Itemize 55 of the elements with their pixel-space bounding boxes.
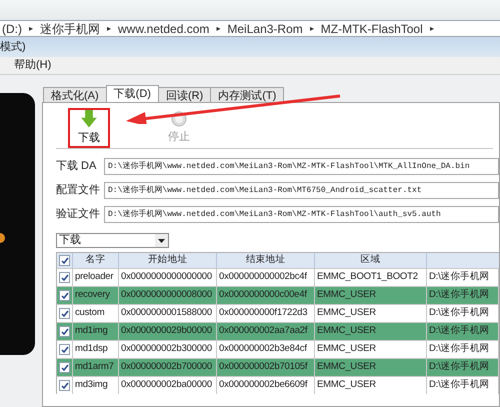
- path-field[interactable]: D:\迷你手机网\www.netded.com\MeiLan3-Rom\MZ-MTK-FlashTool\auth_sv5.auth: [104, 206, 499, 223]
- breadcrumb-separator: ▸: [216, 22, 220, 34]
- checkmark-icon: [60, 346, 68, 354]
- table-row[interactable]: custom 0x0000000001588000 0x000000000f1722d3 EMMC_USER D:\迷你手机网: [57, 304, 499, 322]
- checkbox[interactable]: [59, 380, 70, 391]
- mode-dropdown[interactable]: 下载: [56, 233, 169, 248]
- breadcrumb-separator: ▸: [29, 22, 33, 34]
- download-button[interactable]: 下载: [68, 108, 110, 148]
- checkmark-icon: [60, 256, 68, 264]
- table-row[interactable]: md3img 0x000000002ba00000 0x000000002be6609f EMMC_USER D:\迷你手机网: [57, 376, 499, 394]
- breadcrumb-separator: ▸: [107, 22, 111, 34]
- breadcrumb-separator: ▸: [310, 22, 314, 34]
- window-title: 模式): [0, 40, 26, 55]
- table-cell: 0x000000002ba00000: [119, 377, 217, 394]
- table-cell: md3img: [73, 377, 119, 394]
- tab[interactable]: 下载(D): [106, 85, 159, 102]
- breadcrumb-item[interactable]: 迷你手机网: [40, 20, 100, 38]
- checkmark-icon: [60, 382, 68, 390]
- checkmark-icon: [60, 364, 68, 372]
- path-field[interactable]: D:\迷你手机网\www.netded.com\MeiLan3-Rom\MZ-MTK-FlashTool\MTK_AllInOne_DA.bin: [104, 158, 499, 175]
- stop-circle-icon: [171, 110, 187, 127]
- checkbox[interactable]: [59, 308, 70, 319]
- breadcrumb-item[interactable]: MZ-MTK-FlashTool: [320, 20, 423, 38]
- table-row[interactable]: md1dsp 0x000000002b300000 0x000000002b3e84cf EMMC_USER D:\迷你手机网: [57, 340, 499, 358]
- checkbox[interactable]: [59, 290, 70, 301]
- table-cell: D:\迷你手机网: [427, 377, 499, 394]
- table-cell: 0x000000002be6609f: [217, 377, 315, 394]
- field-label: 配置文件: [56, 182, 101, 198]
- table-cell: EMMC_USER: [315, 377, 427, 394]
- checkmark-icon: [60, 274, 68, 282]
- down-arrow-icon: [81, 110, 97, 128]
- breadcrumb-item[interactable]: www.netded.com: [118, 20, 210, 38]
- breadcrumb-item[interactable]: (D:): [2, 20, 22, 38]
- checkbox[interactable]: [59, 326, 70, 337]
- field-label: 下载 DA: [56, 159, 98, 174]
- menu-item[interactable]: 帮助(H): [12, 57, 54, 74]
- tab[interactable]: 内存测试(T): [210, 87, 284, 102]
- breadcrumb-item[interactable]: MeiLan3-Rom: [227, 20, 303, 38]
- checkmark-icon: [60, 328, 68, 336]
- checkbox[interactable]: [59, 255, 70, 266]
- table-row[interactable]: md1img 0x0000000029b00000 0x000000002aa7aa2f EMMC_USER D:\迷你手机网: [57, 322, 499, 340]
- table-row[interactable]: md1arm7 0x000000002b700000 0x000000002b70105f EMMC_USER D:\迷你手机网: [57, 358, 499, 376]
- address-bar[interactable]: (D:) ▸ 迷你手机网 ▸ www.netded.com ▸ MeiLan3-Rom ▸ MZ-MTK-FlashTool ▸: [0, 20, 500, 37]
- breadcrumb-separator: ▸: [430, 22, 434, 34]
- tab[interactable]: 格式化(A): [43, 87, 107, 102]
- checkbox[interactable]: [59, 344, 70, 355]
- checkmark-icon: [60, 310, 68, 318]
- checkmark-icon: [60, 292, 68, 300]
- table-row[interactable]: recovery 0x0000000000008000 0x0000000000c00e4f EMMC_USER D:\迷你手机网: [57, 286, 499, 304]
- checkbox[interactable]: [59, 362, 70, 373]
- tab[interactable]: 回读(R): [158, 87, 212, 102]
- checkbox[interactable]: [59, 272, 70, 283]
- table-row[interactable]: preloader 0x0000000000000000 0x000000000002bc4f EMMC_BOOT1_BOOT2 D:\迷你手机网: [57, 268, 499, 286]
- field-label: 验证文件: [56, 206, 101, 222]
- path-field[interactable]: D:\迷你手机网\www.netded.com\MeiLan3-Rom\MT6750_Android_scatter.txt: [104, 182, 499, 199]
